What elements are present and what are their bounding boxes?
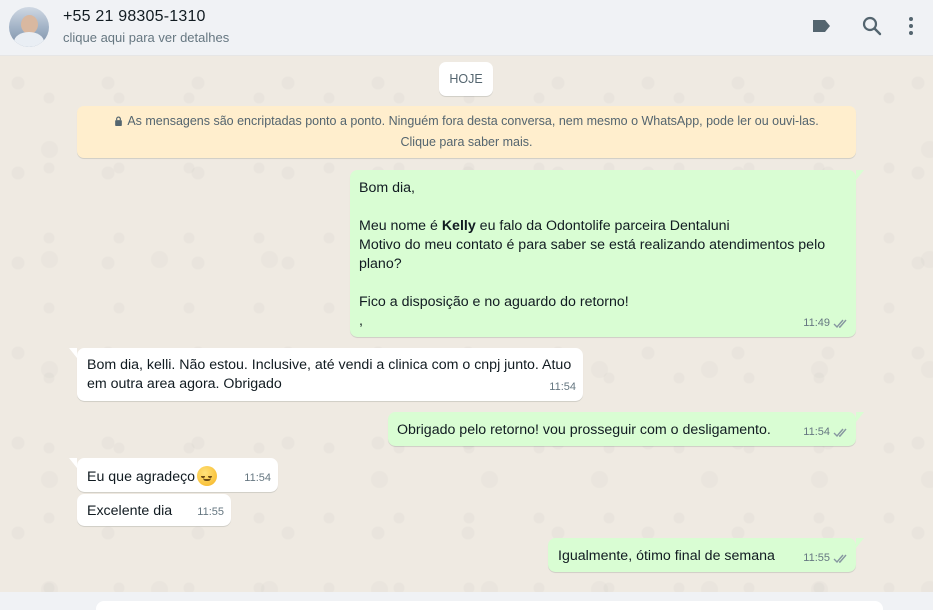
message-meta: 11:54 [803,423,849,442]
contact-avatar[interactable] [9,7,49,47]
message-meta: 11:54 [549,378,576,397]
message-text: Eu que agradeço [87,466,268,487]
message-meta: 11:55 [197,503,224,522]
message-input[interactable] [96,601,883,610]
message-text: Bom dia, Meu nome é Kelly eu falo da Odo… [359,179,846,331]
read-ticks-icon [833,554,847,564]
menu-icon[interactable] [899,14,923,38]
message-meta: 11:49 [803,314,849,333]
contact-subtitle[interactable]: clique aqui para ver detalhes [63,30,229,45]
smiling-face-emoji [197,466,218,486]
message-time: 11:49 [803,317,830,329]
message-outgoing[interactable]: Igualmente, ótimo final de semana 11:55 [548,538,864,572]
message-incoming[interactable]: Excelente dia 11:55 [77,494,231,526]
message-time: 11:55 [803,552,830,564]
lock-icon [115,116,123,126]
message-text: Obrigado pelo retorno! vou prosseguir co… [397,422,771,438]
label-icon[interactable] [809,14,833,38]
encryption-notice[interactable]: As mensagens são encriptadas ponto a pon… [77,106,856,158]
message-line: Fico a disposição e no aguardo do retorn… [359,294,629,310]
avatar-body [14,32,44,47]
date-chip: HOJE [439,62,493,96]
message-time: 11:54 [549,381,576,393]
chat-header[interactable]: +55 21 98305-1310 clique aqui para ver d… [0,0,933,56]
message-line: Motivo do meu contato é para saber se es… [359,237,826,272]
message-line: Bom dia, [359,180,415,196]
read-ticks-icon [833,428,847,438]
read-ticks-icon [833,319,847,329]
message-incoming[interactable]: Eu que agradeço 11:54 [69,458,278,492]
message-time: 11:55 [197,506,224,518]
message-line: , [359,313,363,329]
message-outgoing[interactable]: Bom dia, Meu nome é Kelly eu falo da Odo… [350,170,864,337]
message-line: Meu nome é Kelly eu falo da Odontolife p… [359,218,730,234]
contact-name[interactable]: +55 21 98305-1310 [63,8,206,26]
message-outgoing[interactable]: Obrigado pelo retorno! vou prosseguir co… [388,412,864,446]
message-meta: 11:54 [244,469,271,488]
search-icon[interactable] [860,14,884,38]
message-text: Bom dia, kelli. Não estou. Inclusive, at… [87,357,576,392]
message-meta: 11:55 [803,549,849,568]
message-time: 11:54 [244,472,271,484]
message-time: 11:54 [803,426,830,438]
encryption-notice-text: As mensagens são encriptadas ponto a pon… [127,114,819,149]
message-incoming[interactable]: Bom dia, kelli. Não estou. Inclusive, at… [69,348,583,401]
